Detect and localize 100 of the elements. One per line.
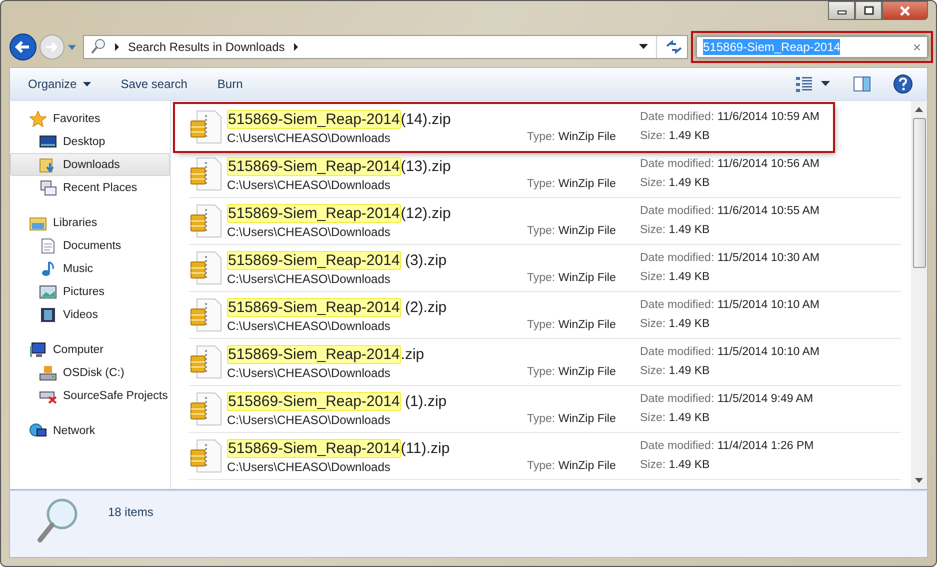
scroll-down-icon[interactable] [915,478,923,483]
type-label: Type: [527,460,556,472]
maximize-button[interactable] [855,1,882,20]
file-row[interactable]: 515869-Siem_Reap-2014 (2).zip C:\Users\CHEASO\Downloads Type: WinZip File Date modified: 11/5/2014 10:10 AM Size: 1.49 KB [189,292,901,339]
nav-group-item[interactable]: Favorites [10,107,170,130]
nav-item[interactable]: Pictures [10,280,170,303]
file-path: C:\Users\CHEASO\Downloads [227,366,392,380]
date-modified: 11/5/2014 10:10 AM [717,299,820,311]
file-path: C:\Users\CHEASO\Downloads [227,412,392,426]
file-path: C:\Users\CHEASO\Downloads [227,224,392,238]
zip-file-icon [189,391,223,427]
file-row[interactable]: 515869-Siem_Reap-2014(14).zip C:\Users\CHEASO\Downloads Type: WinZip File Date modified: 11/6/2014 10:59 AM Size: 1.49 KB [175,104,833,151]
file-name: 515869-Siem_Reap-2014 (1).zip [227,392,448,410]
desktop-icon [39,134,57,150]
zip-file-icon [189,250,223,286]
size-label: Size: [640,365,666,377]
file-size: 1.49 KB [668,130,710,142]
view-options-icon[interactable] [795,75,813,93]
size-label: Size: [640,412,666,424]
toolbar-button[interactable]: Burn [209,74,251,94]
preview-pane-icon[interactable] [853,76,871,92]
star-icon [29,110,47,126]
file-size: 1.49 KB [668,224,710,236]
maximize-icon [864,6,874,15]
file-size: 1.49 KB [668,459,710,471]
refresh-icon[interactable] [665,39,683,55]
nav-item[interactable]: OSDisk (C:) [10,361,170,384]
file-path: C:\Users\CHEASO\Downloads [227,460,392,474]
video-icon [39,306,57,322]
nav-item[interactable]: Music [10,257,170,280]
address-bar[interactable]: Search Results in Downloads [83,35,688,59]
scrollbar-thumb[interactable] [912,118,926,268]
file-row[interactable]: 515869-Siem_Reap-2014 (1).zip C:\Users\CHEASO\Downloads Type: WinZip File Date modified: 11/5/2014 9:49 AM Size: 1.49 KB [189,386,901,433]
file-name: 515869-Siem_Reap-2014 (3).zip [227,250,448,270]
date-modified: 11/6/2014 10:59 AM [717,111,820,123]
clear-search-button[interactable]: × [912,39,921,55]
zip-file-icon [189,438,223,474]
type-label: Type: [527,178,556,190]
disk-icon [39,364,57,380]
zip-file-icon [189,109,223,145]
nav-item[interactable]: Videos [10,303,170,326]
file-name: 515869-Siem_Reap-2014(14).zip [227,110,452,128]
nav-item[interactable]: Downloads [10,153,170,176]
size-label: Size: [640,318,666,330]
date-modified: 11/5/2014 10:30 AM [717,252,820,264]
date-label: Date modified: [640,205,714,217]
music-icon [39,260,57,276]
type-label: Type: [527,413,556,425]
scrollbar[interactable] [911,101,927,489]
date-modified: 11/6/2014 10:56 AM [717,158,820,170]
size-label: Size: [640,130,666,142]
history-dropdown-icon[interactable] [67,43,77,51]
file-type: WinZip File [558,272,616,284]
size-label: Size: [640,224,666,236]
nav-item[interactable]: Documents [10,234,170,257]
type-label: Type: [527,131,556,143]
file-row[interactable]: 515869-Siem_Reap-2014 (3).zip C:\Users\CHEASO\Downloads Type: WinZip File Date modified: 11/5/2014 10:30 AM Size: 1.49 KB [189,245,901,292]
file-size: 1.49 KB [668,365,710,377]
caret-icon[interactable] [821,81,831,87]
date-label: Date modified: [640,299,714,311]
file-path: C:\Users\CHEASO\Downloads [227,272,392,286]
help-icon[interactable] [893,74,913,94]
date-label: Date modified: [640,252,714,264]
file-type: WinZip File [558,366,616,378]
toolbar-button[interactable]: Organize [20,74,99,94]
file-size: 1.49 KB [668,412,710,424]
nav-group-item[interactable]: Computer [10,338,170,361]
type-label: Type: [527,225,556,237]
file-path: C:\Users\CHEASO\Downloads [227,178,392,192]
back-button[interactable] [9,33,37,61]
file-type: WinZip File [558,225,616,237]
chevron-icon [114,43,120,51]
search-icon [90,38,106,56]
date-modified: 11/5/2014 9:49 AM [717,393,814,405]
file-path: C:\Users\CHEASO\Downloads [227,130,392,144]
date-label: Date modified: [640,440,714,452]
file-row[interactable]: 515869-Siem_Reap-2014(11).zip C:\Users\CHEASO\Downloads Type: WinZip File Date modified: 11/4/2014 1:26 PM Size: 1.49 KB [189,433,901,480]
picture-icon [39,284,57,300]
dropdown-icon[interactable] [639,44,648,50]
file-row[interactable]: 515869-Siem_Reap-2014(13).zip C:\Users\CHEASO\Downloads Type: WinZip File Date modified: 11/6/2014 10:56 AM Size: 1.49 KB [189,151,901,198]
type-label: Type: [527,272,556,284]
nav-item[interactable]: Recent Places [10,176,170,199]
nav-item[interactable]: SourceSafe Projects [10,384,170,407]
file-path: C:\Users\CHEASO\Downloads [227,318,392,332]
library-icon [29,214,47,230]
file-name: 515869-Siem_Reap-2014 (2).zip [227,298,448,316]
nav-group-item[interactable]: Libraries [10,211,170,234]
nav-group-item[interactable]: Network [10,419,170,442]
minimize-button[interactable] [828,1,855,20]
size-label: Size: [640,459,666,471]
nav-item[interactable]: Desktop [10,130,170,153]
close-button[interactable] [882,1,928,20]
file-name: 515869-Siem_Reap-2014(12).zip [227,204,452,222]
toolbar-button[interactable]: Save search [112,74,196,94]
file-row[interactable]: 515869-Siem_Reap-2014.zip C:\Users\CHEASO\Downloads Type: WinZip File Date modified: 11/5/2014 10:10 AM Size: 1.49 KB [189,339,901,386]
size-label: Size: [640,177,666,189]
file-row[interactable]: 515869-Siem_Reap-2014(12).zip C:\Users\CHEASO\Downloads Type: WinZip File Date modified: 11/6/2014 10:55 AM Size: 1.49 KB [189,198,901,245]
size-label: Size: [640,271,666,283]
scroll-up-icon[interactable] [915,107,923,112]
file-size: 1.49 KB [668,271,710,283]
